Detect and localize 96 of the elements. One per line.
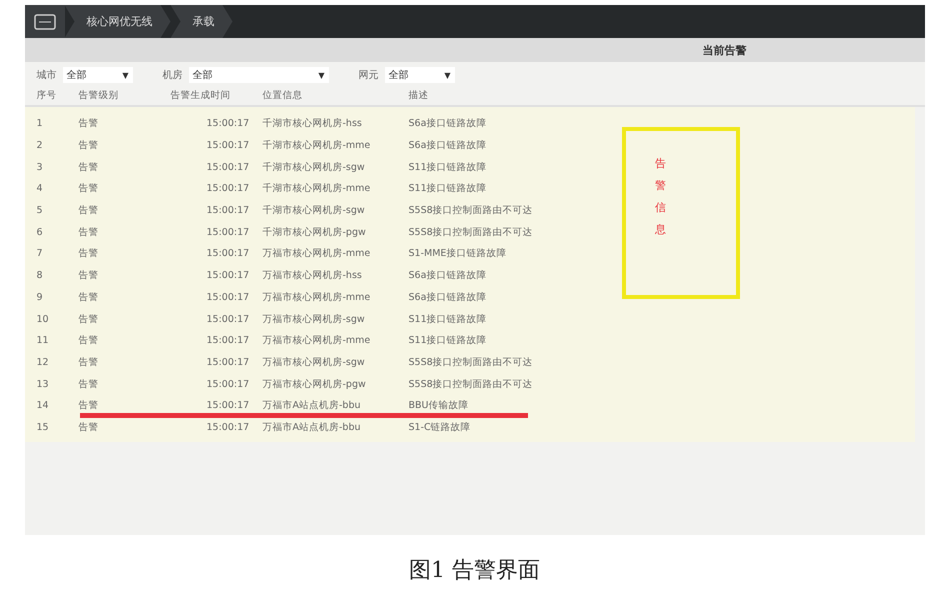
table-cell-text: 15:00:17 (206, 226, 250, 238)
table-cell: S11接口链路故障 (408, 334, 487, 348)
table-cell: 12 (36, 356, 49, 368)
table-cell: 万福市核心网机房-sgw (262, 312, 365, 326)
table-cell-text: 15:00:17 (206, 314, 250, 325)
table-cell: 万福市A站点机房-bbu (262, 420, 361, 434)
table-cell: 1 (36, 118, 43, 130)
table-cell: 7 (36, 248, 43, 260)
table-cell-text: 15:00:17 (206, 118, 250, 130)
table-cell: 4 (36, 183, 43, 194)
table-cell: 告警 (78, 117, 98, 130)
table-cell: 万福市核心网机房-mme (262, 334, 370, 348)
table-cell: 万福市核心网机房-mme (262, 290, 370, 304)
breadcrumb-item[interactable]: 承载 (170, 5, 232, 38)
table-cell: 告警 (78, 226, 98, 239)
table-cell: 千湖市核心网机房-sgw (262, 204, 365, 218)
table-cell: S6a接口链路故障 (408, 139, 486, 152)
table-cell: 告警 (78, 139, 98, 152)
table-cell: 6 (36, 226, 43, 238)
table-cell: 告警 (78, 356, 98, 369)
table-cell: S5S8接口控制面路由不可达 (408, 204, 533, 218)
filter-label: 网元 (358, 69, 378, 82)
table-cell: 8 (36, 270, 43, 282)
table-cell: 11 (36, 335, 49, 346)
table-cell: 告警 (78, 399, 98, 412)
table-cell: BBU传输故障 (408, 399, 468, 412)
table-cell: S11接口链路故障 (408, 160, 487, 174)
table-cell: 3 (36, 162, 43, 173)
table-cell: 10 (36, 314, 49, 325)
caret-icon: ▼ (122, 70, 128, 80)
table-cell-text: 15:00:17 (206, 335, 250, 346)
home-button[interactable] (24, 5, 64, 38)
caret-icon: ▼ (444, 70, 450, 80)
table-cell: S6a接口链路故障 (408, 290, 486, 304)
table-cell: 千湖市核心网机房-sgw (262, 160, 365, 174)
column-header: 描述 (408, 88, 428, 102)
table-cell-text: 15:00:17 (206, 356, 250, 368)
table-cell: 万福市核心网机房-mme (262, 247, 370, 260)
table-cell-text: 15:00:17 (206, 400, 250, 412)
table-cell: 千湖市核心网机房-pgw (262, 226, 366, 239)
table-cell: 告警 (78, 269, 98, 282)
panel-title: 当前告警 (24, 38, 924, 62)
column-header: 位置信息 (262, 88, 302, 102)
table-cell-text: 15:00:17 (206, 162, 250, 173)
table-cell: S1-MME接口链路故障 (408, 247, 506, 260)
table-cell: S6a接口链路故障 (408, 117, 486, 130)
table-cell: 告警 (78, 247, 98, 260)
filter-dropdown[interactable]: 全部 ▼ (62, 67, 132, 83)
column-header: 告警生成时间 (170, 88, 230, 102)
table-cell-text: 15:00:17 (206, 140, 250, 152)
table-cell-text: 15:00:17 (206, 378, 250, 390)
table-cell: 告警 (78, 290, 98, 304)
annotation-text: 告警信息 (655, 156, 666, 238)
breadcrumb-item[interactable]: 核心网优无线 (64, 5, 170, 38)
table-cell: 万福市核心网机房-pgw (262, 378, 366, 391)
table-cell: 15 (36, 422, 49, 433)
table-cell-text: 15:00:17 (206, 422, 250, 433)
table-cell: 告警 (78, 160, 98, 174)
caret-icon: ▼ (318, 70, 324, 80)
table-cell: 万福市核心网机房-sgw (262, 356, 365, 369)
table-cell: S5S8接口控制面路由不可达 (408, 356, 533, 369)
table-cell-text: 15:00:17 (206, 292, 250, 303)
filter-dropdown[interactable]: 全部 ▼ (188, 67, 328, 83)
table-cell: 告警 (78, 334, 98, 348)
table-cell: S11接口链路故障 (408, 312, 487, 326)
figure-caption: 图1 告警界面 (409, 557, 540, 585)
column-header: 告警级别 (78, 88, 118, 102)
table-cell: 告警 (78, 420, 98, 434)
table-cell: 千湖市核心网机房-mme (262, 139, 370, 152)
filter-label: 城市 (36, 68, 56, 82)
table-cell: 千湖市核心网机房-mme (262, 182, 370, 196)
table-cell: 9 (36, 292, 43, 303)
table-cell: 告警 (78, 182, 98, 196)
table-cell: 13 (36, 378, 49, 390)
filter-label: 机房 (162, 68, 182, 82)
table-cell-text: 15:00:17 (206, 270, 250, 282)
table-cell: S11接口链路故障 (408, 182, 487, 196)
column-header: 序号 (36, 88, 56, 102)
table-cell: S5S8接口控制面路由不可达 (408, 226, 533, 239)
monitor-icon (34, 14, 56, 30)
table-cell: 5 (36, 205, 43, 216)
table-cell: 万福市核心网机房-hss (262, 269, 362, 282)
filter-dropdown[interactable]: 全部 ▼ (384, 67, 454, 83)
table-cell: S5S8接口控制面路由不可达 (408, 378, 533, 391)
table-cell: S1-C链路故障 (408, 420, 471, 434)
table-cell: 告警 (78, 378, 98, 391)
table-cell: 2 (36, 140, 43, 152)
table-cell: 万福市A站点机房-bbu (262, 399, 361, 412)
table-cell-text: 15:00:17 (206, 205, 250, 216)
table-cell-text: 15:00:17 (206, 248, 250, 260)
table-cell: 14 (36, 400, 49, 412)
table-cell: 告警 (78, 312, 98, 326)
table-cell: 告警 (78, 204, 98, 218)
table-cell: 千湖市核心网机房-hss (262, 117, 362, 130)
table-cell: S6a接口链路故障 (408, 269, 486, 282)
table-cell-text: 15:00:17 (206, 183, 250, 194)
